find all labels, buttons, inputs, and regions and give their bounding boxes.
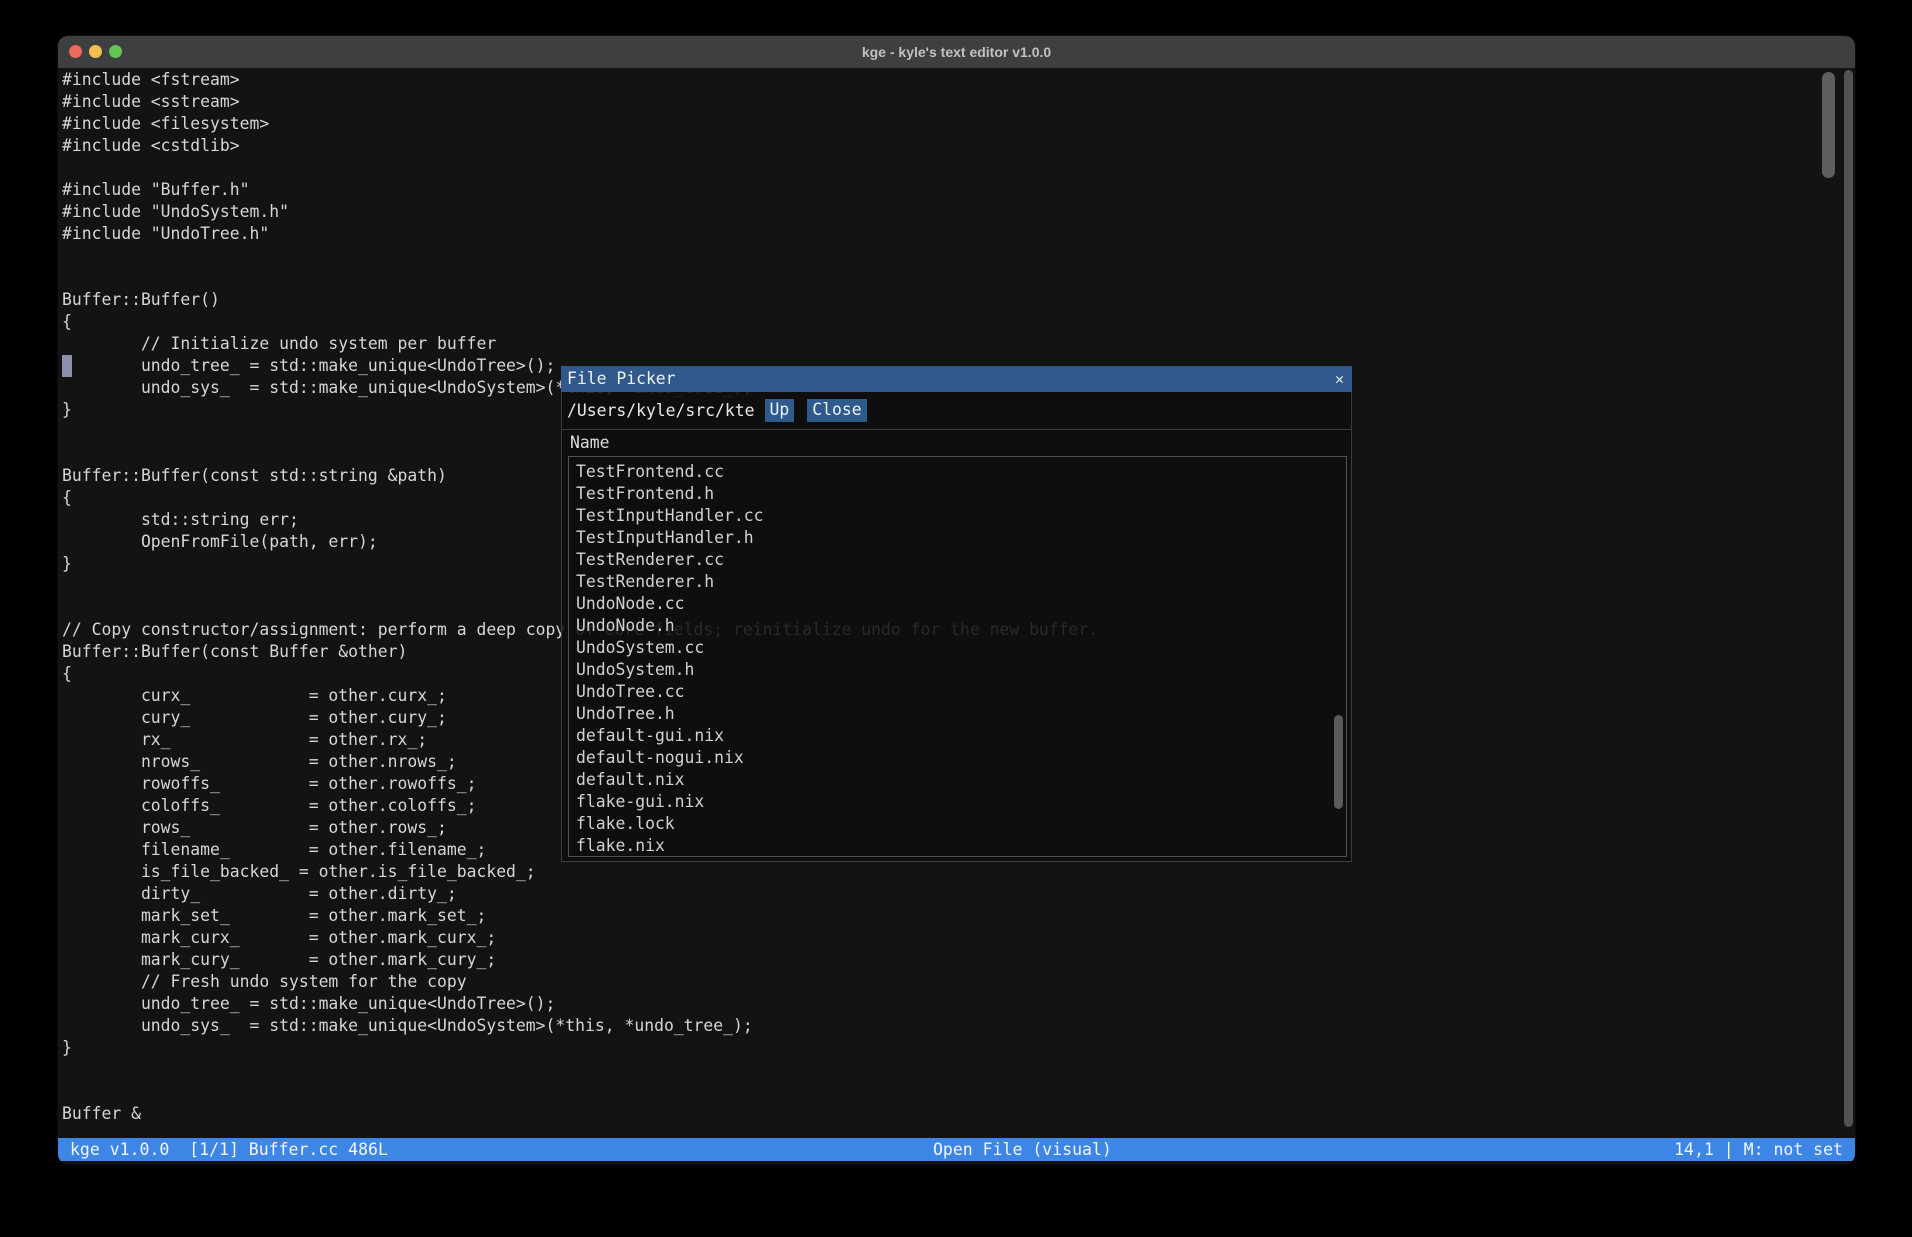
zoom-window-icon[interactable] xyxy=(109,45,122,58)
file-picker-dialog: File Picker ✕ /Users/kyle/src/kte Up Clo… xyxy=(561,366,1352,862)
file-item[interactable]: flake-gui.nix xyxy=(569,791,1346,813)
editor-window: kge - kyle's text editor v1.0.0 #include… xyxy=(58,36,1855,1164)
file-item[interactable]: TestRenderer.h xyxy=(569,571,1346,593)
file-item[interactable]: TestFrontend.cc xyxy=(569,461,1346,483)
file-item[interactable]: TestInputHandler.h xyxy=(569,527,1346,549)
file-item[interactable]: flake.lock xyxy=(569,813,1346,835)
window-title: kge - kyle's text editor v1.0.0 xyxy=(58,44,1855,60)
file-picker-title: File Picker xyxy=(567,366,676,392)
editor-scrollbar-track[interactable] xyxy=(1844,70,1853,1127)
file-item[interactable]: UndoSystem.h xyxy=(569,659,1346,681)
close-button[interactable]: Close xyxy=(807,399,866,422)
file-item[interactable]: default.nix xyxy=(569,769,1346,791)
file-item[interactable]: UndoSystem.cc xyxy=(569,637,1346,659)
file-list: TestFrontend.ccTestFrontend.hTestInputHa… xyxy=(568,456,1347,857)
file-item[interactable]: UndoTree.h xyxy=(569,703,1346,725)
file-item[interactable]: default-nogui.nix xyxy=(569,747,1346,769)
file-picker-pathrow: /Users/kyle/src/kte Up Close xyxy=(562,392,1351,429)
current-path: /Users/kyle/src/kte xyxy=(567,401,755,420)
divider xyxy=(562,429,1351,430)
close-window-icon[interactable] xyxy=(69,45,82,58)
file-item[interactable]: UndoTree.cc xyxy=(569,681,1346,703)
file-item[interactable]: UndoNode.cc xyxy=(569,593,1346,615)
minimize-window-icon[interactable] xyxy=(89,45,102,58)
status-mode: Open File (visual) xyxy=(933,1138,1112,1161)
file-item[interactable]: UndoNode.h xyxy=(569,615,1346,637)
file-item[interactable]: TestFrontend.h xyxy=(569,483,1346,505)
file-picker-titlebar[interactable]: File Picker ✕ xyxy=(561,366,1352,392)
editor-scrollbar-thumb[interactable] xyxy=(1822,72,1835,178)
status-bar: kge v1.0.0 [1/1] Buffer.cc 486L Open Fil… xyxy=(58,1138,1855,1161)
window-titlebar: kge - kyle's text editor v1.0.0 xyxy=(58,36,1855,68)
file-item[interactable]: TestRenderer.cc xyxy=(569,549,1346,571)
status-app-info: kge v1.0.0 [1/1] Buffer.cc 486L xyxy=(70,1138,388,1161)
traffic-lights xyxy=(69,45,122,58)
status-cursor-position: 14,1 | M: not set xyxy=(1674,1138,1843,1161)
text-cursor xyxy=(62,355,72,377)
file-item[interactable]: flake.nix xyxy=(569,835,1346,857)
file-item[interactable]: TestInputHandler.cc xyxy=(569,505,1346,527)
close-icon[interactable]: ✕ xyxy=(1335,366,1344,392)
file-list-scrollbar-thumb[interactable] xyxy=(1334,715,1343,809)
up-button[interactable]: Up xyxy=(765,399,795,422)
name-column-header: Name xyxy=(570,433,609,452)
editor-content: #include <fstream> #include <sstream> #i… xyxy=(58,68,1855,1138)
file-item[interactable]: default-gui.nix xyxy=(569,725,1346,747)
